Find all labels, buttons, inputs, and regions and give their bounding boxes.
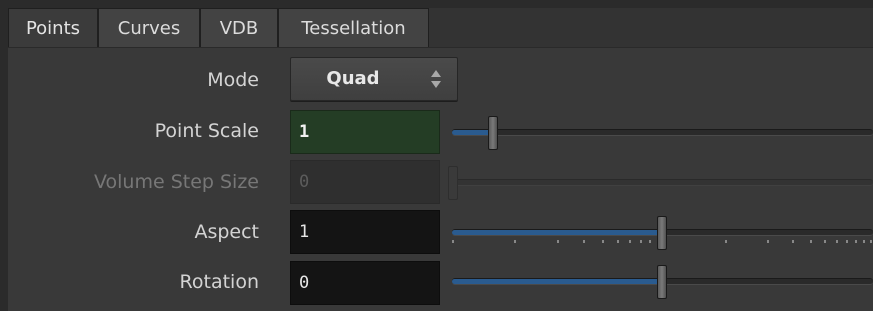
mode-dropdown-value: Quad [326, 68, 380, 89]
tab-vdb[interactable]: VDB [200, 8, 278, 47]
rotation-field[interactable]: 0 [290, 261, 440, 305]
point-scale-slider-handle[interactable] [488, 116, 498, 150]
volume-step-size-field: 0 [290, 160, 440, 204]
rotation-slider-fill [452, 279, 662, 284]
point-scale-slider-track [452, 129, 873, 136]
volume-step-size-slider-track [452, 179, 873, 186]
point-scale-field[interactable]: 1 [290, 110, 440, 154]
aspect-slider[interactable] [448, 210, 873, 254]
aspect-label: Aspect [194, 221, 259, 243]
parameter-panel: Points Curves VDB Tessellation Mode Quad… [0, 0, 873, 311]
panel-frame-left [0, 0, 8, 311]
volume-step-size-slider-handle [448, 166, 458, 200]
panel-frame-top [0, 0, 873, 8]
aspect-field[interactable]: 1 [290, 210, 440, 254]
point-scale-slider[interactable] [448, 110, 873, 154]
rotation-label: Rotation [179, 271, 259, 293]
tab-bar-divider [8, 47, 873, 48]
tab-tessellation[interactable]: Tessellation [278, 8, 429, 47]
mode-dropdown[interactable]: Quad [290, 57, 458, 101]
tab-curves[interactable]: Curves [98, 8, 200, 47]
mode-label: Mode [207, 69, 259, 91]
tab-bar: Points Curves VDB Tessellation [8, 8, 873, 48]
aspect-slider-fill [452, 230, 662, 235]
aspect-slider-handle[interactable] [657, 216, 667, 250]
rotation-slider-handle[interactable] [657, 265, 667, 299]
updown-arrows-icon [431, 70, 441, 88]
volume-step-size-slider [448, 160, 873, 204]
rotation-slider[interactable] [448, 259, 873, 303]
tab-points[interactable]: Points [8, 8, 98, 47]
point-scale-label: Point Scale [154, 120, 259, 142]
volume-step-size-label: Volume Step Size [93, 171, 259, 193]
